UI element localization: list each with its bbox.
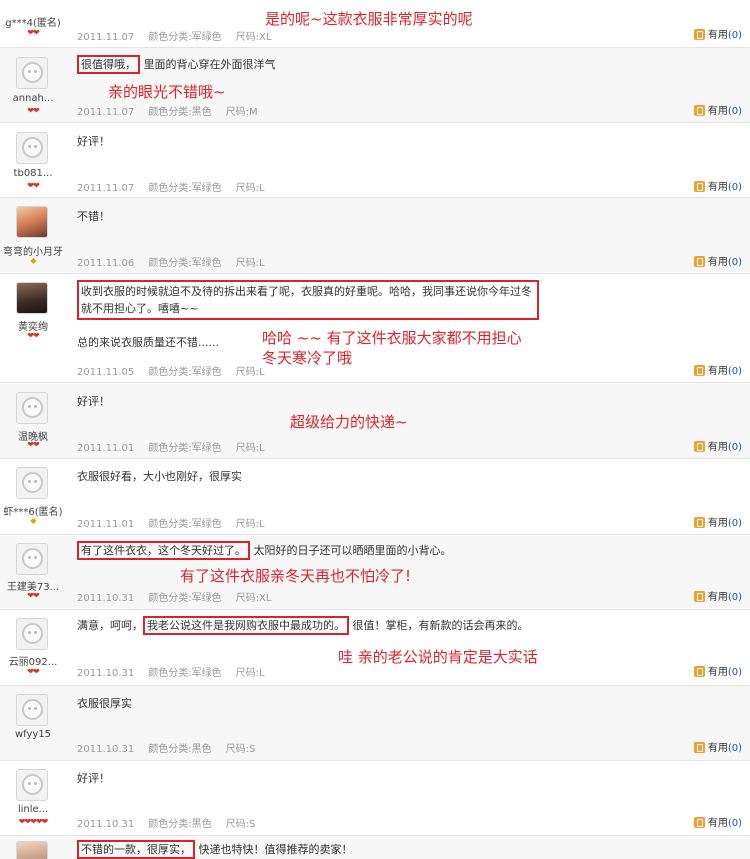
review-meta: 2011.11.01 颜色分类:军绿色 尺码:L	[77, 443, 265, 454]
review-row: 弯弯的小月牙 ◆ 不错！ 2011.11.06 颜色分类:军绿色 尺码:L 有用(0…	[0, 197, 750, 273]
review-text-followup: 总的来说衣服质量还不错......	[77, 336, 219, 349]
highlight-box: 不错的一款，很厚实，	[77, 840, 195, 859]
highlight-box: 我老公说这件是我网购衣服中最成功的。	[143, 616, 349, 635]
avatar[interactable]	[16, 206, 48, 238]
reviewer-rank-icon: ◆	[30, 516, 36, 525]
seller-annotation: 是的呢~这款衣服非常厚实的呢	[265, 10, 473, 28]
thumb-icon	[693, 181, 705, 192]
thumb-icon	[693, 742, 705, 753]
thumb-icon	[693, 517, 705, 528]
reviewer-rank-icon: ◆	[30, 256, 36, 265]
review-row: g***4(匿名) ❤❤ 是的呢~这款衣服非常厚实的呢 2011.11.07 颜色…	[0, 0, 750, 47]
avatar[interactable]	[16, 132, 48, 164]
review-text: 很值得哦， 里面的背心穿在外面很洋气	[77, 55, 276, 74]
review-meta: 2011.10.31 颜色分类:黑色 尺码:S	[77, 819, 256, 830]
reviewer-rank-icon: ❤❤	[27, 440, 39, 449]
thumb-icon	[693, 817, 705, 828]
useful-button[interactable]: 有用(0)	[693, 588, 742, 603]
seller-annotation: 哈哈 ~~ 有了这件衣服大家都不用担心	[262, 329, 522, 347]
thumb-icon	[693, 441, 705, 452]
review-row: 黄奕绚 ❤❤ 收到衣服的时候就迫不及待的拆出来看了呢，衣服真的好重呢。哈哈，我同…	[0, 273, 750, 382]
reviewer-name[interactable]: 云丽092...	[0, 653, 66, 668]
reviewer-name[interactable]: g***4(匿名)	[0, 14, 66, 29]
avatar[interactable]	[16, 841, 48, 859]
avatar[interactable]	[16, 618, 48, 650]
reviewer-rank-icon: ❤❤	[27, 106, 39, 115]
highlight-box: 很值得哦，	[77, 55, 140, 74]
useful-button[interactable]: 有用(0)	[693, 362, 742, 377]
review-text: 好评！	[77, 135, 110, 148]
highlight-box: 有了这件衣衣，这个冬天好过了。	[77, 541, 250, 560]
reviewer-rank-icon: ❤❤	[27, 667, 39, 676]
review-text: 有了这件衣衣，这个冬天好过了。 太阳好的日子还可以晒晒里面的小背心。	[77, 541, 452, 560]
review-row: 云丽092... ❤❤ 满意，呵呵， 我老公说这件是我网购衣服中最成功的。 很值！…	[0, 609, 750, 685]
thumb-icon	[693, 256, 705, 267]
avatar[interactable]	[16, 392, 48, 424]
useful-button[interactable]: 有用(0)	[693, 102, 742, 117]
useful-count: (0)	[727, 30, 742, 41]
review-text: 好评！	[77, 395, 110, 408]
avatar[interactable]	[16, 769, 48, 801]
review-size: 尺码:XL	[235, 32, 272, 43]
reviewer-rank-icon: ❤❤	[27, 181, 39, 190]
avatar[interactable]	[16, 543, 48, 575]
useful-button[interactable]: 有用(0)	[693, 178, 742, 193]
seller-annotation: 有了这件衣服亲冬天再也不怕冷了!	[180, 567, 412, 585]
review-meta: 2011.11.07 颜色分类:黑色 尺码:M	[77, 107, 258, 118]
review-meta: 2011.10.31 颜色分类:军绿色 尺码:L	[77, 668, 265, 679]
useful-button[interactable]: 有用(0)	[693, 253, 742, 268]
reviewer-rank-icon: ❤❤	[27, 591, 39, 600]
review-color: 颜色分类:军绿色	[148, 32, 222, 43]
review-meta: 2011.11.07 颜色分类:军绿色 尺码:L	[77, 183, 265, 194]
thumb-icon	[693, 666, 705, 677]
review-meta: 2011.11.01 颜色分类:军绿色 尺码:L	[77, 519, 265, 530]
review-meta: 2011.11.07 颜色分类:军绿色 尺码:XL	[77, 28, 285, 43]
thumb-icon	[693, 105, 705, 116]
avatar[interactable]	[16, 467, 48, 499]
useful-button[interactable]: 有用(0)	[693, 814, 742, 829]
review-text: 不错！	[77, 210, 110, 223]
review-row: annah... ❤❤ 很值得哦， 里面的背心穿在外面很洋气 亲的眼光不错哦~ …	[0, 47, 750, 122]
review-row: 不错的一款，很厚实， 快递也特快！值得推荐的卖家！	[0, 835, 750, 859]
useful-button[interactable]: 有用(0)	[693, 26, 742, 41]
review-row: wfyy15 衣服很厚实 2011.10.31 颜色分类:黑色 尺码:S 有用(0)	[0, 685, 750, 760]
useful-button[interactable]: 有用(0)	[693, 514, 742, 529]
review-text: 收到衣服的时候就迫不及待的拆出来看了呢，衣服真的好重呢。哈哈，我同事还说你今年过…	[77, 280, 539, 320]
reviewer-rank-icon: ❤❤	[27, 28, 39, 37]
reviewer-name[interactable]: wfyy15	[0, 729, 66, 740]
review-meta: 2011.10.31 颜色分类:黑色 尺码:S	[77, 744, 256, 755]
seller-annotation: 哇 亲的老公说的肯定是大实话	[338, 648, 538, 666]
review-row: 王建美73... ❤❤ 有了这件衣衣，这个冬天好过了。 太阳好的日子还可以晒晒里…	[0, 534, 750, 609]
review-text: 满意，呵呵， 我老公说这件是我网购衣服中最成功的。 很值！掌柜，有新款的话会再来的…	[77, 616, 529, 635]
review-meta: 2011.10.31 颜色分类:军绿色 尺码:XL	[77, 593, 272, 604]
review-text: 衣服很厚实	[77, 697, 132, 710]
review-text: 不错的一款，很厚实， 快递也特快！值得推荐的卖家！	[77, 840, 353, 859]
review-meta: 2011.11.06 颜色分类:军绿色 尺码:L	[77, 258, 265, 269]
review-row: linle... ❤❤❤❤❤ 好评！ 2011.10.31 颜色分类:黑色 尺码:S…	[0, 760, 750, 835]
thumb-icon	[693, 591, 705, 602]
review-row: tb081... ❤❤ 好评！ 2011.11.07 颜色分类:军绿色 尺码:L 有…	[0, 122, 750, 197]
reviewer-rank-icon: ❤❤	[27, 331, 39, 340]
thumb-icon	[693, 365, 705, 376]
review-text: 衣服很好看，大小也刚好，很厚实	[77, 470, 242, 483]
avatar[interactable]	[16, 57, 48, 89]
review-row: 虾***6(匿名) ◆ 衣服很好看，大小也刚好，很厚实 2011.11.01 颜色…	[0, 458, 750, 534]
thumb-icon	[693, 29, 705, 40]
reviewer-name[interactable]: tb081...	[0, 168, 66, 179]
review-date: 2011.11.07	[77, 32, 135, 43]
reviewer-name[interactable]: annah...	[0, 93, 66, 104]
seller-annotation: 亲的眼光不错哦~	[108, 83, 226, 101]
avatar[interactable]	[16, 282, 48, 314]
review-row: 温晚枫 ❤❤ 好评！ 超级给力的快递~ 2011.11.01 颜色分类:军绿色 尺码…	[0, 382, 750, 458]
avatar[interactable]	[16, 694, 48, 726]
useful-button[interactable]: 有用(0)	[693, 739, 742, 754]
reviewer-name[interactable]: linle...	[0, 804, 66, 815]
review-text: 好评！	[77, 772, 110, 785]
reviewer-rank-icon: ❤❤❤❤❤	[18, 817, 49, 826]
useful-button[interactable]: 有用(0)	[693, 438, 742, 453]
review-meta: 2011.11.05 颜色分类:军绿色 尺码:L	[77, 367, 265, 378]
useful-button[interactable]: 有用(0)	[693, 663, 742, 678]
seller-annotation: 超级给力的快递~	[290, 413, 408, 431]
highlight-box: 收到衣服的时候就迫不及待的拆出来看了呢，衣服真的好重呢。哈哈，我同事还说你今年过…	[77, 280, 539, 320]
